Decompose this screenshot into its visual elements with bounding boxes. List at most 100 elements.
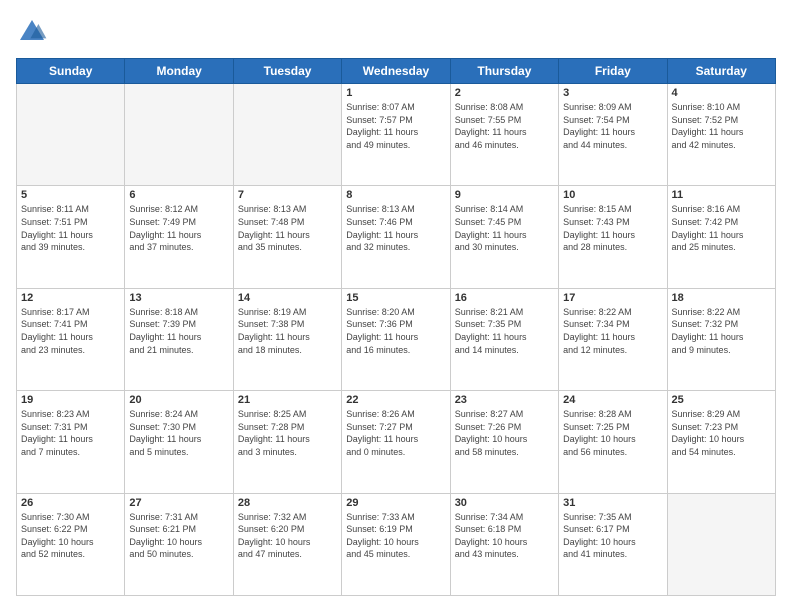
cell-content: Sunrise: 8:28 AM Sunset: 7:25 PM Dayligh… <box>563 408 662 458</box>
day-number: 24 <box>563 394 662 406</box>
calendar-week-5: 26 Sunrise: 7:30 AM Sunset: 6:22 PM Dayli… <box>17 493 776 595</box>
page: SundayMondayTuesdayWednesdayThursdayFrid… <box>0 0 792 612</box>
calendar-cell: 17 Sunrise: 8:22 AM Sunset: 7:34 PM Dayli… <box>559 288 667 390</box>
day-number: 19 <box>21 394 120 406</box>
calendar-cell: 12Sunrise: 8:17 AM Sunset: 7:41 PM Dayli… <box>17 288 125 390</box>
day-number: 26 <box>21 497 120 509</box>
day-number: 5 <box>21 189 120 201</box>
cell-content: Sunrise: 8:24 AM Sunset: 7:30 PM Dayligh… <box>129 408 228 458</box>
cell-content: Sunrise: 8:19 AM Sunset: 7:38 PM Dayligh… <box>238 306 337 356</box>
day-number: 21 <box>238 394 337 406</box>
calendar-week-1: 1Sunrise: 8:07 AM Sunset: 7:57 PM Daylig… <box>17 84 776 186</box>
cell-content: Sunrise: 8:11 AM Sunset: 7:51 PM Dayligh… <box>21 203 120 253</box>
calendar-cell: 2 Sunrise: 8:08 AM Sunset: 7:55 PM Daylig… <box>450 84 558 186</box>
cell-content: Sunrise: 8:22 AM Sunset: 7:34 PM Dayligh… <box>563 306 662 356</box>
day-number: 7 <box>238 189 337 201</box>
cell-content: Sunrise: 8:18 AM Sunset: 7:39 PM Dayligh… <box>129 306 228 356</box>
calendar-cell: 25Sunrise: 8:29 AM Sunset: 7:23 PM Dayli… <box>667 391 775 493</box>
day-number: 15 <box>346 292 445 304</box>
day-number: 31 <box>563 497 662 509</box>
day-number: 30 <box>455 497 554 509</box>
day-number: 22 <box>346 394 445 406</box>
day-number: 11 <box>672 189 771 201</box>
day-number: 18 <box>672 292 771 304</box>
calendar-cell: 18Sunrise: 8:22 AM Sunset: 7:32 PM Dayli… <box>667 288 775 390</box>
calendar-cell: 22 Sunrise: 8:26 AM Sunset: 7:27 PM Dayli… <box>342 391 450 493</box>
calendar-week-3: 12Sunrise: 8:17 AM Sunset: 7:41 PM Dayli… <box>17 288 776 390</box>
day-number: 23 <box>455 394 554 406</box>
calendar-cell: 7 Sunrise: 8:13 AM Sunset: 7:48 PM Daylig… <box>233 186 341 288</box>
cell-content: Sunrise: 7:35 AM Sunset: 6:17 PM Dayligh… <box>563 511 662 561</box>
calendar-cell: 30Sunrise: 7:34 AM Sunset: 6:18 PM Dayli… <box>450 493 558 595</box>
cell-content: Sunrise: 8:23 AM Sunset: 7:31 PM Dayligh… <box>21 408 120 458</box>
calendar-cell: 9 Sunrise: 8:14 AM Sunset: 7:45 PM Daylig… <box>450 186 558 288</box>
day-header-saturday: Saturday <box>667 59 775 84</box>
calendar-cell: 1Sunrise: 8:07 AM Sunset: 7:57 PM Daylig… <box>342 84 450 186</box>
cell-content: Sunrise: 8:08 AM Sunset: 7:55 PM Dayligh… <box>455 101 554 151</box>
cell-content: Sunrise: 7:32 AM Sunset: 6:20 PM Dayligh… <box>238 511 337 561</box>
cell-content: Sunrise: 8:15 AM Sunset: 7:43 PM Dayligh… <box>563 203 662 253</box>
cell-content: Sunrise: 7:33 AM Sunset: 6:19 PM Dayligh… <box>346 511 445 561</box>
calendar-cell: 21 Sunrise: 8:25 AM Sunset: 7:28 PM Dayli… <box>233 391 341 493</box>
day-header-monday: Monday <box>125 59 233 84</box>
day-number: 13 <box>129 292 228 304</box>
calendar-cell: 28 Sunrise: 7:32 AM Sunset: 6:20 PM Dayli… <box>233 493 341 595</box>
calendar-cell: 11 Sunrise: 8:16 AM Sunset: 7:42 PM Dayli… <box>667 186 775 288</box>
day-number: 27 <box>129 497 228 509</box>
day-header-friday: Friday <box>559 59 667 84</box>
cell-content: Sunrise: 8:16 AM Sunset: 7:42 PM Dayligh… <box>672 203 771 253</box>
calendar-cell <box>125 84 233 186</box>
calendar-cell: 31 Sunrise: 7:35 AM Sunset: 6:17 PM Dayli… <box>559 493 667 595</box>
day-number: 6 <box>129 189 228 201</box>
calendar-cell: 15 Sunrise: 8:20 AM Sunset: 7:36 PM Dayli… <box>342 288 450 390</box>
calendar-cell: 6 Sunrise: 8:12 AM Sunset: 7:49 PM Daylig… <box>125 186 233 288</box>
day-number: 14 <box>238 292 337 304</box>
header <box>16 16 776 48</box>
calendar-cell: 8 Sunrise: 8:13 AM Sunset: 7:46 PM Daylig… <box>342 186 450 288</box>
logo-icon <box>16 16 48 48</box>
calendar-cell: 19 Sunrise: 8:23 AM Sunset: 7:31 PM Dayli… <box>17 391 125 493</box>
calendar-cell: 27 Sunrise: 7:31 AM Sunset: 6:21 PM Dayli… <box>125 493 233 595</box>
day-header-tuesday: Tuesday <box>233 59 341 84</box>
calendar-cell: 13 Sunrise: 8:18 AM Sunset: 7:39 PM Dayli… <box>125 288 233 390</box>
cell-content: Sunrise: 7:30 AM Sunset: 6:22 PM Dayligh… <box>21 511 120 561</box>
day-number: 28 <box>238 497 337 509</box>
cell-content: Sunrise: 8:13 AM Sunset: 7:46 PM Dayligh… <box>346 203 445 253</box>
cell-content: Sunrise: 8:10 AM Sunset: 7:52 PM Dayligh… <box>672 101 771 151</box>
day-number: 10 <box>563 189 662 201</box>
day-number: 8 <box>346 189 445 201</box>
cell-content: Sunrise: 8:21 AM Sunset: 7:35 PM Dayligh… <box>455 306 554 356</box>
day-number: 17 <box>563 292 662 304</box>
calendar-cell: 20 Sunrise: 8:24 AM Sunset: 7:30 PM Dayli… <box>125 391 233 493</box>
cell-content: Sunrise: 8:13 AM Sunset: 7:48 PM Dayligh… <box>238 203 337 253</box>
logo <box>16 16 52 48</box>
cell-content: Sunrise: 8:20 AM Sunset: 7:36 PM Dayligh… <box>346 306 445 356</box>
calendar-cell: 24 Sunrise: 8:28 AM Sunset: 7:25 PM Dayli… <box>559 391 667 493</box>
cell-content: Sunrise: 8:14 AM Sunset: 7:45 PM Dayligh… <box>455 203 554 253</box>
day-number: 25 <box>672 394 771 406</box>
calendar-cell: 4 Sunrise: 8:10 AM Sunset: 7:52 PM Daylig… <box>667 84 775 186</box>
day-number: 2 <box>455 87 554 99</box>
day-number: 9 <box>455 189 554 201</box>
calendar-cell <box>667 493 775 595</box>
calendar-cell: 23 Sunrise: 8:27 AM Sunset: 7:26 PM Dayli… <box>450 391 558 493</box>
calendar-cell: 26 Sunrise: 7:30 AM Sunset: 6:22 PM Dayli… <box>17 493 125 595</box>
cell-content: Sunrise: 8:17 AM Sunset: 7:41 PM Dayligh… <box>21 306 120 356</box>
calendar-cell: 29 Sunrise: 7:33 AM Sunset: 6:19 PM Dayli… <box>342 493 450 595</box>
cell-content: Sunrise: 8:27 AM Sunset: 7:26 PM Dayligh… <box>455 408 554 458</box>
day-number: 20 <box>129 394 228 406</box>
calendar-week-4: 19 Sunrise: 8:23 AM Sunset: 7:31 PM Dayli… <box>17 391 776 493</box>
calendar-week-2: 5 Sunrise: 8:11 AM Sunset: 7:51 PM Daylig… <box>17 186 776 288</box>
day-number: 29 <box>346 497 445 509</box>
calendar-cell: 5 Sunrise: 8:11 AM Sunset: 7:51 PM Daylig… <box>17 186 125 288</box>
calendar-table: SundayMondayTuesdayWednesdayThursdayFrid… <box>16 58 776 596</box>
day-number: 16 <box>455 292 554 304</box>
calendar-cell: 14 Sunrise: 8:19 AM Sunset: 7:38 PM Dayli… <box>233 288 341 390</box>
cell-content: Sunrise: 8:26 AM Sunset: 7:27 PM Dayligh… <box>346 408 445 458</box>
cell-content: Sunrise: 8:25 AM Sunset: 7:28 PM Dayligh… <box>238 408 337 458</box>
cell-content: Sunrise: 8:12 AM Sunset: 7:49 PM Dayligh… <box>129 203 228 253</box>
calendar-cell: 16 Sunrise: 8:21 AM Sunset: 7:35 PM Dayli… <box>450 288 558 390</box>
cell-content: Sunrise: 7:31 AM Sunset: 6:21 PM Dayligh… <box>129 511 228 561</box>
day-number: 4 <box>672 87 771 99</box>
day-header-wednesday: Wednesday <box>342 59 450 84</box>
